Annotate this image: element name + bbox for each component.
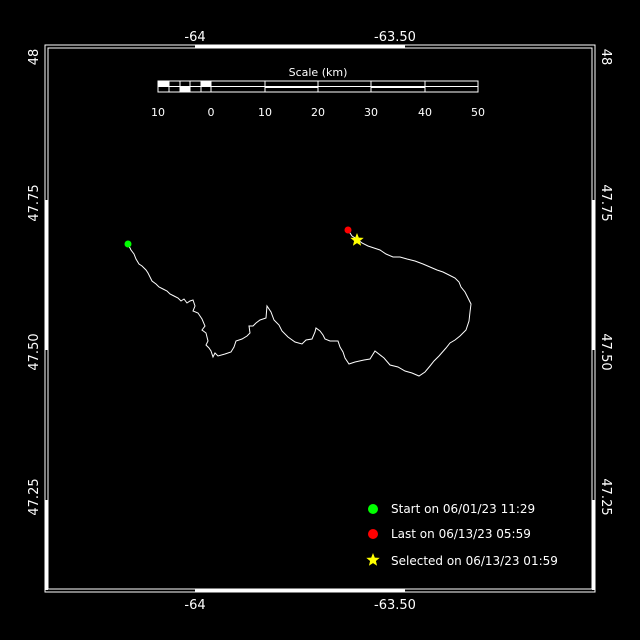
lat-tick-left-2: 47.75 — [27, 184, 42, 221]
legend-start-label: Start on 06/01/23 11:29 — [391, 502, 535, 516]
scale-seg — [180, 87, 190, 92]
lat-tick-right-3: 47.50 — [598, 333, 613, 370]
scale-label: 50 — [471, 106, 485, 119]
selected-marker — [350, 233, 364, 246]
legend: Start on 06/01/23 11:29 Last on 06/13/23… — [366, 502, 558, 568]
legend-last-icon — [368, 529, 378, 539]
scale-label: 10 — [151, 106, 165, 119]
lat-tick-right-4: 47.25 — [598, 478, 613, 515]
lon-tick-bottom-1: -64 — [184, 598, 205, 613]
map-canvas: -64 -63.50 -64 -63.50 48 47.75 47.50 47.… — [27, 30, 613, 613]
scale-seg — [265, 86, 318, 88]
scale-seg — [201, 81, 211, 86]
legend-start-icon — [368, 504, 378, 514]
lat-tick-right-2: 47.75 — [598, 184, 613, 221]
start-marker — [124, 240, 132, 248]
scale-seg — [158, 81, 169, 86]
scale-label: 0 — [208, 106, 215, 119]
lon-tick-top-1: -64 — [184, 30, 205, 45]
legend-selected-icon — [366, 553, 380, 566]
last-marker — [344, 226, 352, 234]
lat-tick-right-1: 48 — [598, 49, 613, 66]
lon-tick-bottom-2: -63.50 — [374, 598, 416, 613]
scale-label: 10 — [258, 106, 272, 119]
drift-track — [127, 229, 472, 377]
scale-label: 40 — [418, 106, 432, 119]
lat-tick-left-1: 48 — [27, 49, 42, 66]
scale-bar-title: Scale (km) — [289, 66, 348, 79]
lat-tick-left-4: 47.25 — [27, 478, 42, 515]
scale-seg — [371, 86, 425, 88]
lon-tick-top-2: -63.50 — [374, 30, 416, 45]
scale-label: 20 — [311, 106, 325, 119]
legend-selected-label: Selected on 06/13/23 01:59 — [391, 554, 558, 568]
lat-tick-left-3: 47.50 — [27, 333, 42, 370]
scale-bar: Scale (km) 10 0 10 20 30 40 50 — [151, 66, 485, 119]
scale-label: 30 — [364, 106, 378, 119]
legend-last-label: Last on 06/13/23 05:59 — [391, 527, 531, 541]
